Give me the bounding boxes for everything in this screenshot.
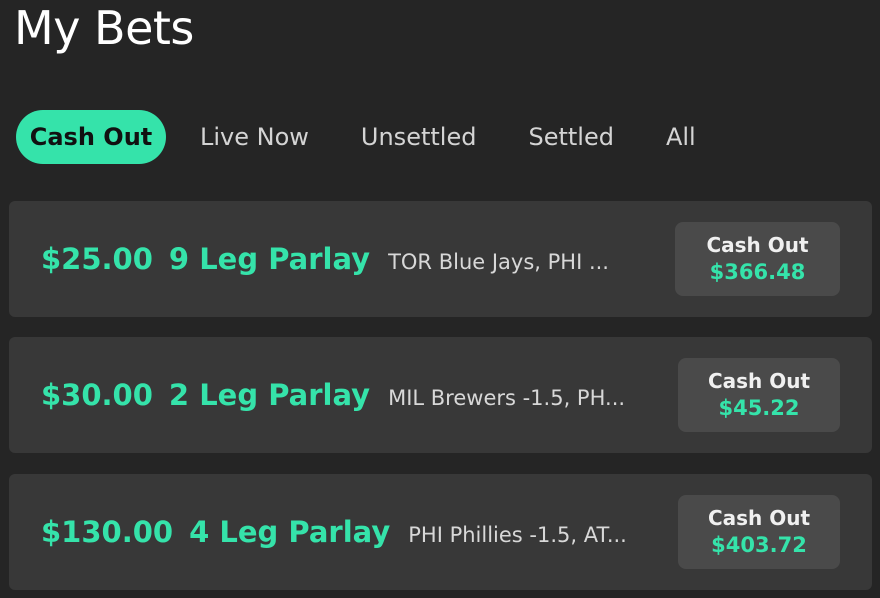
cash-out-button[interactable]: Cash Out $45.22 (678, 358, 840, 432)
bet-type: 2 Leg Parlay (168, 378, 371, 412)
cash-out-label: Cash Out (707, 506, 811, 530)
page-title: My Bets (14, 1, 194, 55)
cash-out-amount: $403.72 (711, 533, 807, 557)
bet-filter-tabs: Cash Out Live Now Unsettled Settled All (16, 110, 696, 164)
tab-live-now[interactable]: Live Now (200, 110, 309, 164)
my-bets-screen: My Bets Cash Out Live Now Unsettled Sett… (0, 0, 880, 598)
bet-stake: $130.00 (41, 515, 174, 549)
bet-summary: $25.00 9 Leg Parlay TOR Blue Jays, PHI .… (41, 201, 609, 317)
bet-type: 4 Leg Parlay (189, 515, 391, 549)
bet-legs-summary: MIL Brewers -1.5, PH... (388, 386, 626, 410)
bet-stake: $25.00 (41, 242, 153, 276)
bet-card[interactable]: $25.00 9 Leg Parlay TOR Blue Jays, PHI .… (9, 201, 872, 317)
tab-cash-out[interactable]: Cash Out (16, 110, 166, 164)
cash-out-button[interactable]: Cash Out $366.48 (675, 222, 840, 296)
cash-out-label: Cash Out (707, 369, 811, 393)
tab-all[interactable]: All (666, 110, 696, 164)
cash-out-button[interactable]: Cash Out $403.72 (678, 495, 840, 569)
bet-card[interactable]: $30.00 2 Leg Parlay MIL Brewers -1.5, PH… (9, 337, 872, 453)
tab-settled[interactable]: Settled (528, 110, 614, 164)
cash-out-amount: $366.48 (709, 260, 806, 284)
bet-legs-summary: PHI Phillies -1.5, AT... (408, 523, 627, 547)
cash-out-amount: $45.22 (718, 396, 800, 420)
cash-out-label: Cash Out (706, 233, 809, 257)
bet-card[interactable]: $130.00 4 Leg Parlay PHI Phillies -1.5, … (9, 474, 872, 590)
bet-stake: $30.00 (41, 378, 153, 412)
bet-type: 9 Leg Parlay (168, 242, 371, 276)
bet-summary: $30.00 2 Leg Parlay MIL Brewers -1.5, PH… (41, 337, 625, 453)
tab-unsettled[interactable]: Unsettled (361, 110, 477, 164)
bet-legs-summary: TOR Blue Jays, PHI ... (388, 250, 609, 274)
bet-summary: $130.00 4 Leg Parlay PHI Phillies -1.5, … (41, 474, 627, 590)
